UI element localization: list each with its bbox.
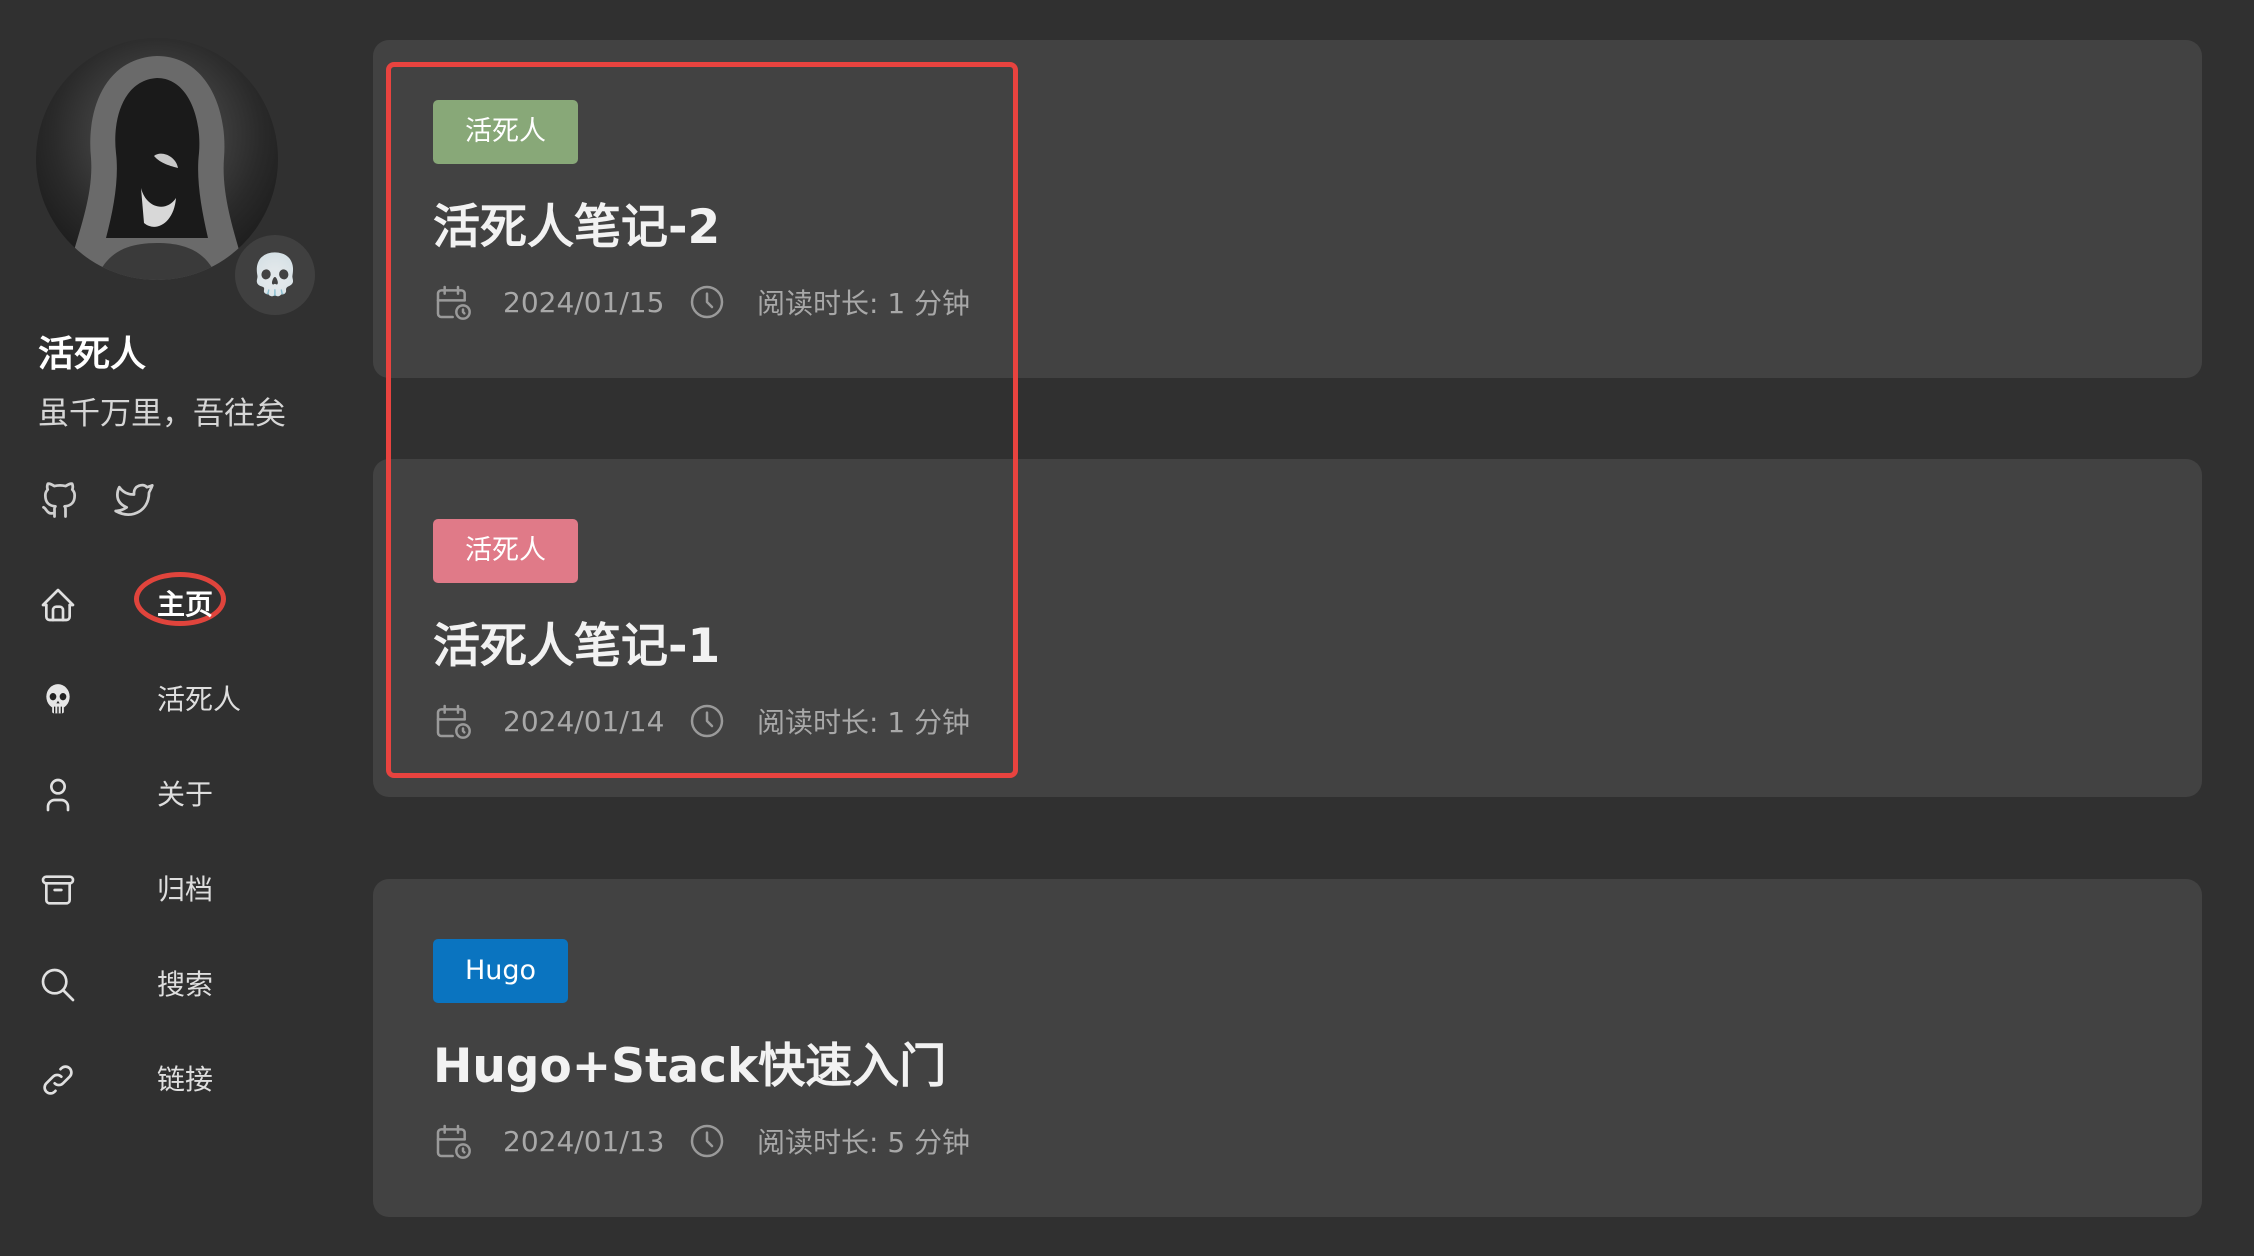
- article-date: 2024/01/15: [503, 285, 665, 319]
- article-title[interactable]: Hugo+Stack快速入门: [433, 1027, 946, 1096]
- reading-time: 阅读时长: 1 分钟: [757, 287, 971, 320]
- avatar[interactable]: [36, 38, 278, 280]
- article-meta: 2024/01/15 阅读时长: 1 分钟: [433, 280, 970, 324]
- category-tag[interactable]: 活死人: [433, 519, 578, 583]
- menu-label-about: 关于: [157, 778, 214, 811]
- home-icon: [41, 588, 75, 622]
- article-date: 2024/01/14: [503, 704, 665, 738]
- menu-item-archive[interactable]: 归档: [38, 860, 338, 955]
- sidebar: 💀 活死人 虽千万里，吾往矣 主页 活死人 关于 归档 搜索 链接: [0, 0, 360, 1256]
- menu-item-about[interactable]: 关于: [38, 765, 338, 860]
- calendar-time-icon: [436, 285, 471, 320]
- article-card[interactable]: 活死人 活死人笔记-1 2024/01/14 阅读时长: 1 分钟: [373, 459, 2202, 797]
- main-menu: 主页 活死人 关于 归档 搜索 链接: [38, 572, 338, 1145]
- article-title[interactable]: 活死人笔记-2: [433, 188, 720, 257]
- article-card[interactable]: 活死人 活死人笔记-2 2024/01/15 阅读时长: 1 分钟: [373, 40, 2202, 378]
- clock-icon: [690, 285, 724, 319]
- article-date: 2024/01/13: [503, 1124, 665, 1158]
- skull-icon: [46, 684, 70, 714]
- menu-label-home: 主页: [157, 588, 214, 621]
- avatar-emoji-badge: 💀: [235, 235, 315, 315]
- calendar-time-icon: [436, 704, 471, 739]
- article-card[interactable]: Hugo Hugo+Stack快速入门 2024/01/13 阅读时长: 5 分…: [373, 879, 2202, 1217]
- github-icon[interactable]: [38, 478, 82, 522]
- reading-time: 阅读时长: 1 分钟: [757, 706, 971, 739]
- calendar-time-icon: [436, 1124, 471, 1159]
- menu-item-huosiren[interactable]: 活死人: [38, 670, 338, 765]
- menu-label-links: 链接: [157, 1063, 214, 1096]
- twitter-icon[interactable]: [112, 478, 156, 522]
- clock-icon: [690, 704, 724, 738]
- search-icon: [41, 968, 75, 1002]
- menu-item-links[interactable]: 链接: [38, 1050, 338, 1145]
- article-meta: 2024/01/14 阅读时长: 1 分钟: [433, 699, 970, 743]
- user-icon: [46, 778, 70, 812]
- menu-item-home[interactable]: 主页: [38, 572, 338, 670]
- menu-item-search[interactable]: 搜索: [38, 955, 338, 1050]
- menu-label-huosiren: 活死人: [157, 683, 242, 716]
- avatar-container: 💀: [36, 38, 315, 315]
- reading-time: 阅读时长: 5 分钟: [757, 1126, 971, 1159]
- archive-icon: [41, 875, 75, 905]
- menu-label-search: 搜索: [157, 968, 214, 1001]
- category-tag[interactable]: 活死人: [433, 100, 578, 164]
- category-tag[interactable]: Hugo: [433, 939, 569, 1003]
- social-links: [38, 478, 156, 522]
- clock-icon: [690, 1124, 724, 1158]
- article-title[interactable]: 活死人笔记-1: [433, 607, 720, 676]
- site-description: 虽千万里，吾往矣: [38, 396, 286, 432]
- menu-label-archive: 归档: [157, 873, 214, 906]
- link-icon: [43, 1065, 73, 1095]
- article-meta: 2024/01/13 阅读时长: 5 分钟: [433, 1119, 970, 1163]
- site-name[interactable]: 活死人: [38, 325, 146, 377]
